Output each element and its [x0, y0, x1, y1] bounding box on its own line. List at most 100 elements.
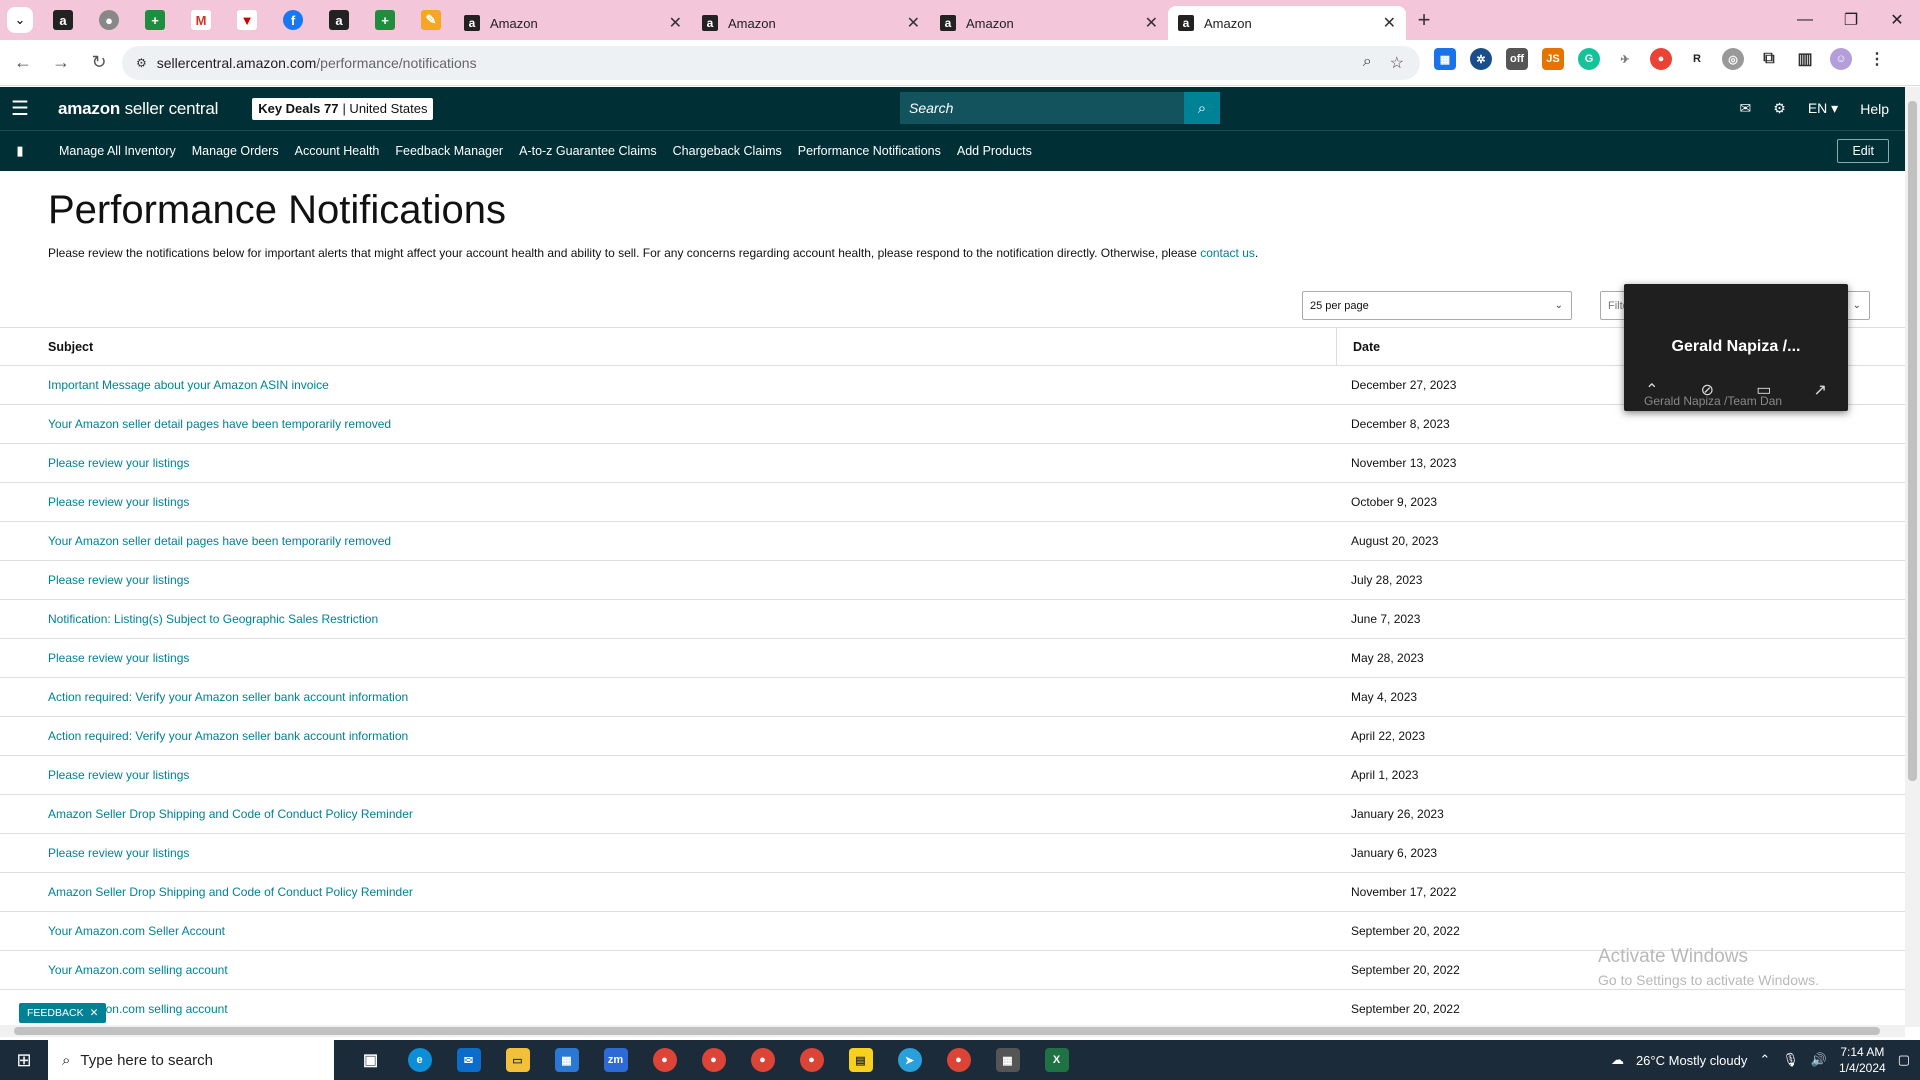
grammarly-icon[interactable]: G [1578, 48, 1600, 70]
zoom-icon[interactable]: ⌕ [1363, 53, 1372, 73]
feedback-button[interactable]: FEEDBACK ✕ [19, 1003, 107, 1023]
extension-icon[interactable]: ◎ [1722, 48, 1744, 70]
zoom-app-icon[interactable]: zm [591, 1040, 640, 1080]
search-input[interactable] [900, 92, 1184, 124]
menu-icon[interactable]: ⋮ [1866, 48, 1888, 70]
notification-subject-link[interactable]: Your Amazon seller detail pages have bee… [0, 534, 1336, 548]
notification-subject-link[interactable]: Please review your listings [0, 495, 1336, 509]
notification-subject-link[interactable]: Please review your listings [0, 651, 1336, 665]
chrome-icon[interactable]: ● [738, 1040, 787, 1080]
pinned-tab-sheets[interactable]: + [132, 0, 178, 40]
browser-tab[interactable]: a Amazon ✕ [692, 6, 930, 40]
restore-icon[interactable]: ❐ [1828, 0, 1874, 40]
notification-subject-link[interactable]: Your Amazon seller detail pages have bee… [0, 417, 1336, 431]
extension-icon[interactable]: R [1686, 48, 1708, 70]
close-icon[interactable]: ✕ [669, 13, 682, 33]
weather-icon[interactable]: ☁ [1611, 1052, 1624, 1068]
url-bar[interactable]: ⚙ sellercentral.amazon.com/performance/n… [122, 46, 1420, 80]
bookmark-icon[interactable]: ▮ [0, 143, 40, 159]
nav-link-manage-orders[interactable]: Manage Orders [192, 144, 279, 158]
file-explorer-icon[interactable]: ▭ [493, 1040, 542, 1080]
taskbar-search[interactable]: ⌕ Type here to search [48, 1040, 334, 1080]
new-tab-button[interactable]: + [1406, 7, 1442, 33]
browser-tab-active[interactable]: a Amazon ✕ [1168, 6, 1406, 40]
notification-subject-link[interactable]: Your Amazon.com Seller Account [0, 924, 1336, 938]
hamburger-menu-icon[interactable]: ☰ [0, 96, 40, 121]
profile-avatar[interactable]: ☺ [1830, 48, 1852, 70]
bookmark-star-icon[interactable]: ☆ [1390, 53, 1404, 73]
edge-icon[interactable]: e [395, 1040, 444, 1080]
close-icon[interactable]: ✕ [1383, 13, 1396, 33]
pinned-tab-gmail[interactable]: M [178, 0, 224, 40]
chrome-icon[interactable]: ● [640, 1040, 689, 1080]
weather-text[interactable]: 26°C Mostly cloudy [1636, 1053, 1747, 1068]
pinned-tab-9[interactable]: ✎ [408, 0, 454, 40]
nav-link-manage-inventory[interactable]: Manage All Inventory [59, 144, 176, 158]
mic-muted-icon[interactable]: ⊘ [1701, 380, 1714, 400]
chevron-up-icon[interactable]: ⌃ [1759, 1052, 1770, 1068]
notification-subject-link[interactable]: Please review your listings [0, 573, 1336, 587]
search-button[interactable]: ⌕ [1184, 92, 1220, 124]
notification-subject-link[interactable]: Amazon Seller Drop Shipping and Code of … [0, 807, 1336, 821]
clock[interactable]: 7:14 AM 1/4/2024 [1839, 1044, 1886, 1076]
vertical-scrollbar[interactable] [1905, 87, 1920, 1027]
pinned-tab-5[interactable]: ▼ [224, 0, 270, 40]
column-header-subject[interactable]: Subject [0, 340, 1336, 354]
reload-icon[interactable]: ↻ [84, 48, 114, 78]
extension-icon[interactable]: ✈ [1614, 48, 1636, 70]
windows-start-icon[interactable]: ⊞ [0, 1050, 48, 1071]
scrollbar-thumb[interactable] [1908, 101, 1917, 781]
edit-button[interactable]: Edit [1837, 139, 1889, 163]
per-page-select[interactable]: 25 per page ⌄ [1302, 291, 1572, 320]
chrome-icon[interactable]: ● [934, 1040, 983, 1080]
back-icon[interactable]: ← [8, 48, 38, 78]
video-off-icon[interactable]: ▭ [1756, 380, 1771, 400]
close-icon[interactable]: ✕ [907, 13, 920, 33]
pinned-tab-2[interactable]: ● [86, 0, 132, 40]
pinned-tab-sheets-2[interactable]: + [362, 0, 408, 40]
notification-subject-link[interactable]: Amazon Seller Drop Shipping and Code of … [0, 885, 1336, 899]
notification-subject-link[interactable]: Action required: Verify your Amazon sell… [0, 690, 1336, 704]
excel-icon[interactable]: X [1032, 1040, 1081, 1080]
close-window-icon[interactable]: ✕ [1874, 0, 1920, 40]
telegram-icon[interactable]: ➤ [885, 1040, 934, 1080]
notification-subject-link[interactable]: Please review your listings [0, 768, 1336, 782]
minimize-icon[interactable]: — [1782, 0, 1828, 40]
nav-link-performance-notifications[interactable]: Performance Notifications [798, 144, 941, 158]
nav-link-feedback-manager[interactable]: Feedback Manager [395, 144, 503, 158]
tab-search-button[interactable]: ⌄ [0, 0, 40, 40]
store-icon[interactable]: ▦ [542, 1040, 591, 1080]
notification-subject-link[interactable]: Important Message about your Amazon ASIN… [0, 378, 1336, 392]
volume-icon[interactable]: 🔊 [1811, 1052, 1827, 1068]
expand-icon[interactable]: ↗ [1813, 380, 1826, 400]
gear-icon[interactable]: ⚙ [1773, 100, 1786, 117]
chevron-up-icon[interactable]: ⌃ [1645, 380, 1658, 400]
help-link[interactable]: Help [1860, 101, 1889, 117]
mail-app-icon[interactable]: ✉ [444, 1040, 493, 1080]
nav-link-a-to-z-claims[interactable]: A-to-z Guarantee Claims [519, 144, 657, 158]
language-selector[interactable]: EN ▾ [1808, 100, 1838, 117]
notification-subject-link[interactable]: Please review your listings [0, 846, 1336, 860]
nav-link-account-health[interactable]: Account Health [295, 144, 380, 158]
pinned-tab-facebook[interactable]: f [270, 0, 316, 40]
zoom-meeting-popup[interactable]: Gerald Napiza /... Gerald Napiza /Team D… [1624, 284, 1848, 411]
store-selector[interactable]: Key Deals 77 | United States [252, 97, 434, 120]
nav-link-add-products[interactable]: Add Products [957, 144, 1032, 158]
extension-icon[interactable]: ✲ [1470, 48, 1492, 70]
sticky-notes-icon[interactable]: ▤ [836, 1040, 885, 1080]
site-info-icon[interactable]: ⚙ [136, 56, 147, 70]
forward-icon[interactable]: → [46, 48, 76, 78]
browser-tab[interactable]: a Amazon ✕ [930, 6, 1168, 40]
seller-central-logo[interactable]: amazon seller central [58, 99, 218, 119]
chrome-icon[interactable]: ● [787, 1040, 836, 1080]
browser-tab[interactable]: a Amazon ✕ [454, 6, 692, 40]
notification-subject-link[interactable]: Notification: Listing(s) Subject to Geog… [0, 612, 1336, 626]
pinned-tab-amazon-2[interactable]: a [316, 0, 362, 40]
chrome-icon[interactable]: ● [689, 1040, 738, 1080]
close-icon[interactable]: ✕ [1145, 13, 1158, 33]
microphone-icon[interactable]: 🎙 [1782, 1052, 1799, 1068]
puzzle-icon[interactable]: ⧉ [1758, 48, 1780, 70]
scrollbar-thumb[interactable] [14, 1027, 1880, 1035]
contact-us-link[interactable]: contact us [1200, 246, 1255, 260]
notification-subject-link[interactable]: Please review your listings [0, 456, 1336, 470]
